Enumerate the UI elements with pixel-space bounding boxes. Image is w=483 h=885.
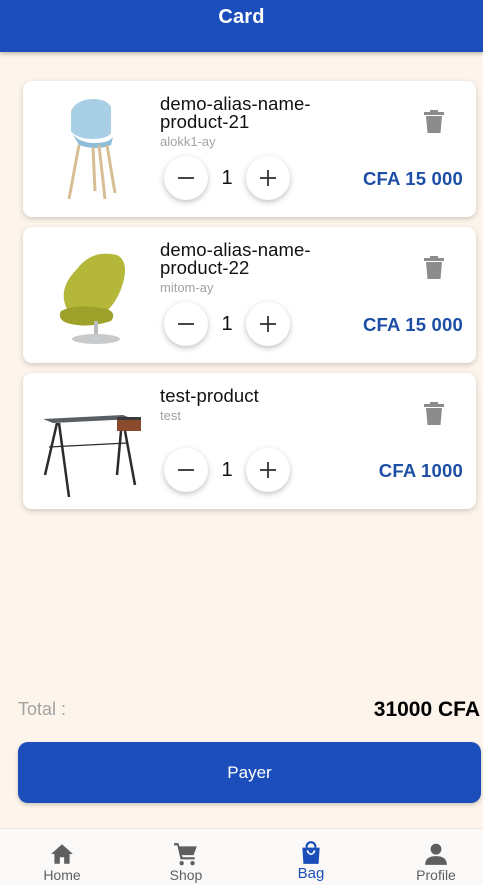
product-name-line2: product-21 xyxy=(160,111,250,132)
home-icon xyxy=(49,841,75,867)
decrease-quantity-button[interactable] xyxy=(164,302,208,346)
minus-icon xyxy=(178,323,194,325)
bottom-navigation: Home Shop Bag Profile xyxy=(0,828,483,885)
total-value: 31000 CFA xyxy=(373,698,480,721)
plus-icon xyxy=(260,462,276,478)
person-icon xyxy=(423,841,449,867)
product-image xyxy=(37,93,147,205)
cart-item: demo-alias-name- product-21 alokk1-ay 1 … xyxy=(23,81,476,217)
quantity-value: 1 xyxy=(221,459,233,481)
pay-button[interactable]: Payer xyxy=(18,742,481,803)
nav-label: Shop xyxy=(169,867,203,883)
page-title: Card xyxy=(218,6,265,28)
delete-icon[interactable] xyxy=(423,256,445,280)
product-name: demo-alias-name- product-22 xyxy=(160,240,390,278)
product-image xyxy=(37,239,147,351)
cart-item: test-product test 1 CFA 1000 xyxy=(23,373,476,509)
product-alias: mitom-ay xyxy=(160,280,214,295)
increase-quantity-button[interactable] xyxy=(246,302,290,346)
delete-icon[interactable] xyxy=(423,402,445,426)
quantity-value: 1 xyxy=(221,313,233,335)
plus-icon xyxy=(260,316,276,332)
plus-icon xyxy=(260,170,276,186)
nav-item-bag[interactable]: Bag xyxy=(271,829,351,885)
nav-label: Bag xyxy=(297,865,325,882)
minus-icon xyxy=(178,177,194,179)
product-alias: alokk1-ay xyxy=(160,134,216,149)
product-price: CFA 15 000 xyxy=(362,314,463,335)
decrease-quantity-button[interactable] xyxy=(164,156,208,200)
shopping-cart-icon xyxy=(173,841,199,867)
decrease-quantity-button[interactable] xyxy=(164,448,208,492)
product-price: CFA 1000 xyxy=(378,460,463,481)
product-image xyxy=(37,385,147,497)
quantity-value: 1 xyxy=(221,167,233,189)
nav-label: Home xyxy=(43,867,81,883)
product-name: demo-alias-name- product-21 xyxy=(160,94,390,132)
nav-item-home[interactable]: Home xyxy=(22,829,102,885)
app-bar: Card xyxy=(0,0,483,52)
cart-list: demo-alias-name- product-21 alokk1-ay 1 … xyxy=(23,81,476,519)
product-alias: test xyxy=(160,408,181,423)
product-name-line2: product-22 xyxy=(160,257,250,278)
increase-quantity-button[interactable] xyxy=(246,448,290,492)
total-label: Total : xyxy=(18,699,67,719)
product-price: CFA 15 000 xyxy=(362,168,463,189)
product-name-line1: test-product xyxy=(160,385,259,406)
nav-item-shop[interactable]: Shop xyxy=(146,829,226,885)
shopping-bag-icon xyxy=(298,840,324,866)
increase-quantity-button[interactable] xyxy=(246,156,290,200)
nav-label: Profile xyxy=(416,867,456,883)
minus-icon xyxy=(178,469,194,471)
nav-item-profile[interactable]: Profile xyxy=(396,829,476,885)
product-name: test-product xyxy=(160,385,390,406)
cart-item: demo-alias-name- product-22 mitom-ay 1 C… xyxy=(23,227,476,363)
delete-icon[interactable] xyxy=(423,110,445,134)
